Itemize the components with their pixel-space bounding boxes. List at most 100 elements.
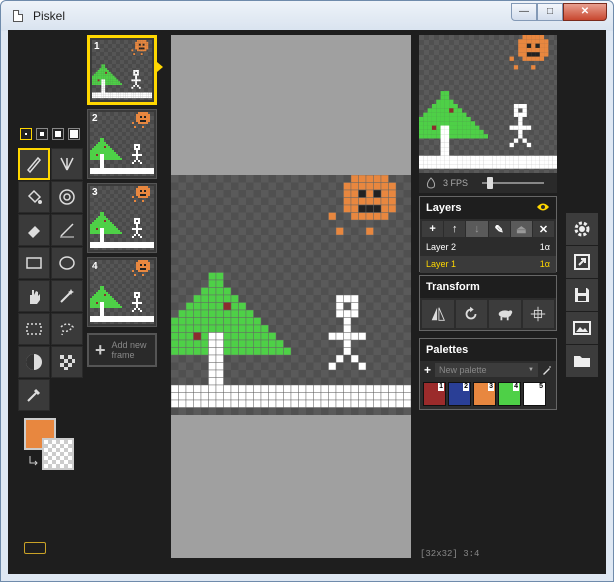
pixel	[142, 192, 144, 194]
move-layer-up-button[interactable]: ↑	[444, 221, 466, 237]
pixel	[108, 242, 110, 244]
pixel	[260, 347, 269, 356]
canvas-size: [32x32]	[420, 549, 458, 559]
center-button[interactable]	[522, 300, 554, 328]
add-frame-button[interactable]: + Add new frame	[87, 333, 157, 367]
lighten-tool[interactable]	[18, 346, 50, 378]
add-palette-button[interactable]: +	[424, 363, 431, 377]
pixel	[215, 287, 224, 296]
pixel	[142, 260, 144, 262]
pixel	[193, 309, 202, 318]
pen-size-3[interactable]	[52, 128, 64, 140]
pixel	[110, 230, 112, 232]
palette-swatch[interactable]: 1	[423, 382, 446, 406]
frame-thumbnail[interactable]: 4	[87, 257, 157, 327]
palette-swatch[interactable]: 3	[473, 382, 496, 406]
palette-swatch[interactable]: 4	[498, 382, 521, 406]
rectangle-tool[interactable]	[18, 247, 50, 279]
add-layer-button[interactable]: +	[422, 221, 444, 237]
maximize-button[interactable]: □	[537, 3, 563, 21]
pen-size-2[interactable]	[36, 128, 48, 140]
shape-selection-tool[interactable]	[51, 280, 83, 312]
pixel	[116, 94, 119, 97]
pixel	[365, 189, 374, 198]
pixel	[104, 154, 106, 156]
pixel	[102, 310, 104, 312]
color-picker-icon	[27, 388, 41, 402]
pixel	[130, 316, 132, 318]
color-picker-tool[interactable]	[18, 379, 50, 411]
paint-bucket-tool[interactable]	[18, 181, 50, 213]
pen-tool[interactable]	[18, 148, 50, 180]
pixel	[133, 79, 136, 82]
move-tool[interactable]	[18, 280, 50, 312]
frame-preview	[90, 112, 154, 176]
resize-button[interactable]	[566, 246, 598, 278]
fps-slider[interactable]	[482, 177, 545, 189]
pixel	[140, 122, 142, 124]
layer-opacity[interactable]: 1α	[540, 239, 550, 256]
pixel	[92, 224, 94, 226]
pixel	[108, 320, 110, 322]
delete-layer-button[interactable]: ✕	[532, 221, 555, 237]
dithering-tool[interactable]	[51, 346, 83, 378]
pixel	[350, 399, 359, 408]
pixel	[130, 318, 132, 320]
layer-opacity[interactable]: 1α	[540, 256, 550, 273]
fps-slider-handle[interactable]	[486, 177, 493, 189]
pixel	[104, 306, 106, 308]
pixel	[440, 125, 445, 130]
flip-button[interactable]	[422, 300, 454, 328]
clone-button[interactable]	[489, 300, 521, 328]
pixel	[223, 332, 232, 341]
frame-thumbnail[interactable]: 3	[87, 183, 157, 253]
secondary-color-swatch[interactable]	[42, 438, 74, 470]
eye-icon[interactable]	[536, 202, 550, 212]
settings-button[interactable]	[566, 213, 598, 245]
rectangle-selection-tool[interactable]	[18, 313, 50, 345]
stroke-tool[interactable]	[51, 214, 83, 246]
pixel	[108, 302, 110, 304]
merge-layer-button[interactable]: ⏏	[510, 221, 532, 237]
swap-colors-icon[interactable]	[28, 454, 40, 466]
edit-palette-icon[interactable]	[542, 365, 552, 375]
pixel	[146, 186, 148, 188]
pen-size-1[interactable]	[20, 128, 32, 140]
layer-item[interactable]: Layer 2 1α	[420, 239, 556, 256]
eraser-tool[interactable]	[18, 214, 50, 246]
save-button[interactable]	[566, 279, 598, 311]
move-layer-down-button[interactable]: ↓	[466, 221, 488, 237]
palette-select[interactable]: New palette	[435, 363, 538, 377]
close-button[interactable]: ✕	[563, 3, 607, 21]
drawing-canvas[interactable]	[171, 175, 411, 415]
minimize-button[interactable]: —	[511, 3, 537, 21]
layer-item-active[interactable]: Layer 1 1α	[420, 256, 556, 273]
pixel	[108, 168, 110, 170]
title-bar[interactable]: Piskel — □ ✕	[1, 1, 613, 31]
paint-all-similar-tool[interactable]	[51, 181, 83, 213]
pixel	[522, 108, 527, 113]
keyboard-shortcuts-icon[interactable]	[24, 542, 46, 554]
lasso-selection-tool[interactable]	[51, 313, 83, 345]
pixel	[132, 228, 134, 230]
pixel	[208, 384, 217, 393]
export-button[interactable]	[566, 312, 598, 344]
pixel	[104, 142, 106, 144]
frame-thumbnail[interactable]: 1	[87, 35, 157, 105]
palette-swatch[interactable]: 5	[523, 382, 546, 406]
edit-layer-button[interactable]: ✎	[488, 221, 510, 237]
rotate-button[interactable]	[455, 300, 487, 328]
import-button[interactable]	[566, 345, 598, 377]
vertical-mirror-pen-tool[interactable]	[51, 148, 83, 180]
circle-tool[interactable]	[51, 247, 83, 279]
pixel	[518, 39, 523, 44]
pixel	[223, 347, 232, 356]
pixel	[388, 189, 397, 198]
palette-swatch[interactable]: 2	[448, 382, 471, 406]
pixel	[148, 170, 150, 172]
frame-thumbnail[interactable]: 2	[87, 109, 157, 179]
onion-skin-icon[interactable]	[425, 177, 437, 189]
pixel	[102, 288, 104, 290]
pixel	[101, 64, 104, 67]
pen-size-4[interactable]	[68, 128, 80, 140]
